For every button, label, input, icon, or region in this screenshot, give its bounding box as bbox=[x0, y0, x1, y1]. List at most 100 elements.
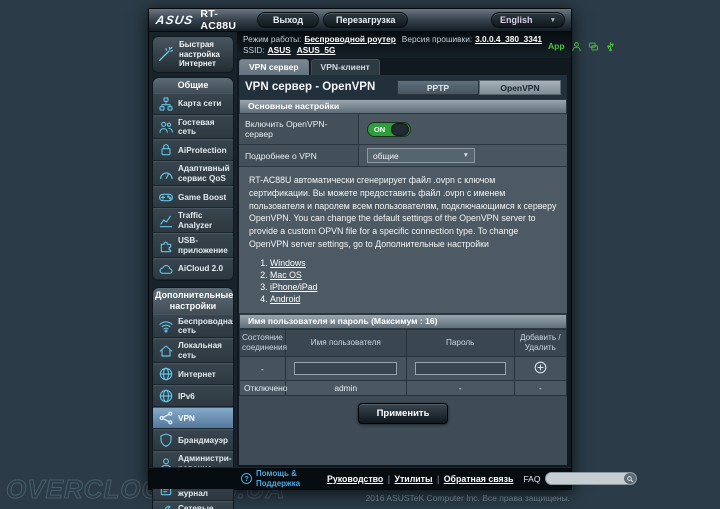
footer-link-2[interactable]: Обратная связь bbox=[444, 474, 514, 484]
usb-icon[interactable] bbox=[605, 41, 616, 52]
apply-button[interactable]: Применить bbox=[357, 403, 449, 425]
os-list-item: iPhone/iPad bbox=[270, 281, 557, 293]
chart-icon bbox=[158, 213, 174, 229]
panel-body: Основные настройки Включить OpenVPN-серв… bbox=[239, 99, 568, 465]
description-text: RT-AC88U автоматически сгенерирует файл … bbox=[249, 175, 557, 249]
os-link-2[interactable]: iPhone/iPad bbox=[270, 282, 317, 292]
tab-openvpn[interactable]: OpenVPN bbox=[479, 79, 561, 95]
sidebar-item-guest-network[interactable]: Гостевая сеть bbox=[153, 114, 233, 140]
info-bar: Режим работы: Беспроводной роутер Версия п… bbox=[237, 32, 614, 58]
sidebar-item-label: Game Boost bbox=[178, 192, 227, 202]
sidebar-item-wireless[interactable]: Беспроводная сеть bbox=[153, 313, 233, 339]
user-icon[interactable] bbox=[571, 41, 582, 52]
column-header: Имя пользователя bbox=[284, 328, 407, 358]
router-model: RT-AC88U bbox=[200, 8, 237, 32]
description-block: RT-AC88U автоматически сгенерирует файл … bbox=[239, 167, 567, 314]
sidebar-item-adaptive-qos[interactable]: Адаптивный сервис QoS bbox=[153, 161, 233, 187]
footer-link-1[interactable]: Утилиты bbox=[395, 474, 433, 484]
sidebar-section-title: Дополнительные настройки bbox=[153, 287, 233, 314]
ssid-link-5g[interactable]: ASUS_5G bbox=[297, 45, 336, 55]
lock-icon bbox=[158, 142, 174, 158]
quick-setup-label: Быстрая настройка Интернет bbox=[179, 40, 220, 69]
devices-icon[interactable] bbox=[588, 41, 599, 52]
os-link-list: Windows Mac OS iPhone/iPad Android bbox=[255, 257, 557, 306]
vpn-details-row: Подробнее о VPN общие ▼ bbox=[239, 145, 567, 167]
cell-username: admin bbox=[284, 380, 407, 397]
puzzle-icon bbox=[158, 238, 174, 254]
ssid-link-24g[interactable]: ASUS bbox=[268, 45, 291, 55]
sidebar-item-aicloud[interactable]: AiCloud 2.0 bbox=[153, 257, 233, 280]
guests-icon bbox=[158, 119, 174, 135]
wrench-icon bbox=[158, 505, 174, 509]
faq-search: FAQ bbox=[523, 472, 638, 485]
sidebar-item-firewall[interactable]: Брандмауэр bbox=[153, 429, 233, 452]
panel-header: VPN сервер - OpenVPN PPTP OpenVPN bbox=[239, 75, 567, 99]
enable-openvpn-row: Включить OpenVPN-сервер ON bbox=[239, 114, 567, 145]
house-icon bbox=[158, 343, 174, 359]
username-input[interactable] bbox=[294, 362, 398, 376]
sidebar-item-network-map[interactable]: Карта сети bbox=[153, 92, 233, 115]
table-header-row: Состояние соединения Имя пользователя Паро… bbox=[239, 328, 568, 358]
tab-pptp[interactable]: PPTP bbox=[397, 79, 479, 95]
sidebar-item-label: AiProtection bbox=[178, 145, 227, 155]
sidebar-item-wan[interactable]: Интернет bbox=[153, 363, 233, 386]
password-input[interactable] bbox=[414, 362, 506, 376]
protocol-tabs: PPTP OpenVPN bbox=[397, 79, 561, 95]
sidebar-item-label: IPv6 bbox=[178, 391, 195, 401]
reboot-button[interactable]: Перезагрузка bbox=[323, 12, 409, 28]
os-list-item: Mac OS bbox=[270, 269, 557, 281]
sidebar-item-aiprotection[interactable]: AiProtection bbox=[153, 139, 233, 162]
sidebar-item-ipv6[interactable]: IPv6 bbox=[153, 385, 233, 408]
column-header: Пароль bbox=[405, 328, 515, 358]
new-row-status: - bbox=[239, 356, 286, 382]
sidebar-item-label: Адаптивный сервис QoS bbox=[178, 164, 230, 183]
os-link-1[interactable]: Mac OS bbox=[270, 270, 302, 280]
firmware-link[interactable]: 3.0.0.4_380_3341 bbox=[475, 34, 542, 44]
quick-setup-button[interactable]: Быстрая настройка Интернет bbox=[152, 36, 234, 73]
sidebar-item-label: Интернет bbox=[178, 369, 216, 379]
question-icon: ? bbox=[241, 473, 252, 484]
magic-wand-icon bbox=[157, 45, 175, 63]
cell-password: - bbox=[405, 380, 515, 397]
sidebar-item-game-boost[interactable]: Game Boost bbox=[153, 186, 233, 209]
sidebar: Быстрая настройка Интернет Общие Карта сет… bbox=[149, 32, 237, 509]
new-user-row: - bbox=[239, 356, 568, 382]
add-user-button[interactable] bbox=[533, 360, 548, 375]
help-support-link[interactable]: ? Помощь & Поддержка bbox=[241, 469, 317, 488]
toggle-on-label: ON bbox=[373, 124, 386, 134]
faq-search-input[interactable] bbox=[545, 472, 638, 485]
tab-vpn-client[interactable]: VPN-клиент bbox=[310, 59, 380, 75]
os-link-0[interactable]: Windows bbox=[270, 258, 306, 268]
share-icon bbox=[158, 410, 174, 426]
copyright-text: 2016 ASUSTeK Computer Inc. Все права защ… bbox=[365, 493, 570, 503]
sidebar-item-network-tools[interactable]: Сетевые утилиты bbox=[153, 500, 233, 509]
tab-vpn-server[interactable]: VPN сервер bbox=[239, 59, 309, 75]
search-icon[interactable] bbox=[624, 473, 637, 484]
sidebar-item-label: Карта сети bbox=[178, 98, 222, 108]
shield-icon bbox=[158, 432, 174, 448]
chevron-down-icon: ▼ bbox=[462, 152, 469, 159]
sidebar-item-usb-app[interactable]: USB-приложение bbox=[153, 233, 233, 258]
sidebar-item-lan[interactable]: Локальная сеть bbox=[153, 338, 233, 364]
vpn-tabs: VPN сервер VPN-клиент bbox=[237, 58, 571, 75]
gamepad-icon bbox=[158, 189, 174, 205]
mode-link[interactable]: Беспроводной роутер bbox=[304, 34, 395, 44]
sidebar-item-label: Локальная сеть bbox=[178, 341, 222, 360]
cell-action: - bbox=[513, 380, 568, 397]
footer-link-0[interactable]: Руководство bbox=[327, 474, 383, 484]
vpn-details-select[interactable]: общие ▼ bbox=[367, 148, 475, 163]
sidebar-item-label: Traffic Analyzer bbox=[178, 211, 213, 230]
section-users-title: Имя пользователя и пароль (Максимум : 16… bbox=[239, 313, 567, 329]
router-admin-window: ASUS RT-AC88U Выход Перезагрузка English… bbox=[148, 8, 638, 509]
app-link[interactable]: App bbox=[548, 41, 565, 51]
sidebar-item-traffic-analyzer[interactable]: Traffic Analyzer bbox=[153, 208, 233, 234]
language-selector[interactable]: English ▼ bbox=[491, 12, 565, 28]
sidebar-item-label: Гостевая сеть bbox=[178, 117, 215, 136]
os-list-item: Windows bbox=[270, 257, 557, 269]
help-support-label: Помощь & Поддержка bbox=[256, 469, 301, 488]
openvpn-toggle[interactable]: ON bbox=[367, 121, 411, 137]
logout-button[interactable]: Выход bbox=[257, 12, 319, 28]
os-link-3[interactable]: Android bbox=[270, 294, 300, 304]
sidebar-item-vpn[interactable]: VPN bbox=[153, 407, 233, 430]
chevron-down-icon: ▼ bbox=[549, 16, 556, 24]
